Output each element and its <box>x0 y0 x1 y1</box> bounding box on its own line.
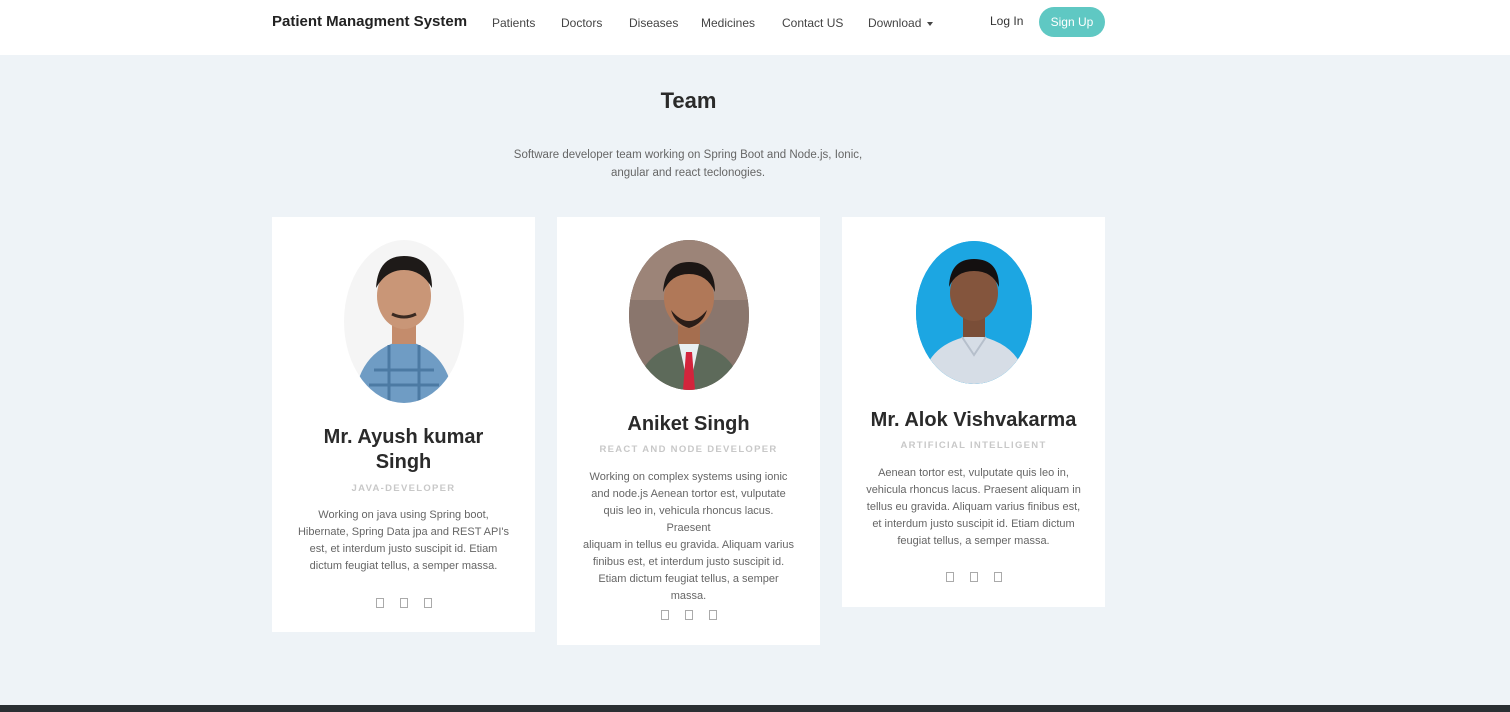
nav-download-label: Download <box>868 16 922 30</box>
description-line: tellus eu gravida. Aliquam varius finibu… <box>866 501 1081 513</box>
social-links <box>842 569 1105 587</box>
description-line: quis leo in, vehicula rhoncus lacus. Pra… <box>603 505 774 534</box>
member-name-line: Mr. Ayush kumar <box>323 426 484 448</box>
team-card: Mr. Alok Vishvakarma ARTIFICIAL INTELLIG… <box>842 217 1105 607</box>
social-icon[interactable] <box>660 610 669 620</box>
description-line: est, et interdum justo suscipit id. Etia… <box>309 543 498 555</box>
team-subtitle-line: angular and react teclonogies. <box>610 167 766 179</box>
member-role: REACT AND NODE DEVELOPER <box>599 444 778 455</box>
social-icon[interactable] <box>399 598 408 608</box>
description-line: Etiam dictum feugiat tellus, a semper <box>598 573 779 585</box>
nav-patients[interactable]: Patients <box>492 16 535 30</box>
team-card: Mr. Ayush kumar Singh JAVA-DEVELOPER Wor… <box>272 217 535 632</box>
nav-diseases[interactable]: Diseases <box>629 16 678 30</box>
description-line: dictum feugiat tellus, a semper massa. <box>309 560 498 572</box>
member-photo <box>343 240 464 403</box>
description-line: vehicula rhoncus lacus. Praesent aliquam… <box>866 484 1081 496</box>
social-icon[interactable] <box>969 572 978 582</box>
social-icon[interactable] <box>375 598 384 608</box>
member-photo-image <box>628 240 749 390</box>
nav-contact-us[interactable]: Contact US <box>782 16 843 30</box>
social-links <box>272 595 535 613</box>
social-links <box>557 607 820 625</box>
team-card: Aniket Singh REACT AND NODE DEVELOPER Wo… <box>557 217 820 645</box>
member-name: Mr. Alok Vishvakarma <box>870 409 1077 431</box>
caret-down-icon <box>927 21 934 26</box>
member-photo <box>915 241 1032 384</box>
description-line: Working on java using Spring boot, <box>318 509 489 521</box>
description-line: massa. <box>670 590 707 602</box>
member-photo <box>628 240 749 390</box>
nav-download-dropdown[interactable]: Download <box>868 16 934 30</box>
brand-link[interactable]: Patient Managment System <box>272 13 467 30</box>
member-description: Working on complex systems using ionic a… <box>581 469 796 605</box>
description-line: aliquam in tellus eu gravida. Aliquam va… <box>583 539 794 551</box>
nav-doctors[interactable]: Doctors <box>561 16 602 30</box>
social-icon[interactable] <box>684 610 693 620</box>
description-line: and node.js Aenean tortor est, vulputate <box>591 488 786 500</box>
footer <box>0 705 1510 712</box>
member-description: Aenean tortor est, vulputate quis leo in… <box>866 465 1081 550</box>
social-icon[interactable] <box>708 610 717 620</box>
team-subtitle: Software developer team working on Sprin… <box>498 146 878 182</box>
member-role: JAVA-DEVELOPER <box>351 483 456 494</box>
social-icon[interactable] <box>993 572 1002 582</box>
team-title: Team <box>660 88 717 113</box>
team-subtitle-line: Software developer team working on Sprin… <box>513 149 863 161</box>
description-line: et interdum justo suscipit id. Etiam dic… <box>872 518 1075 530</box>
member-photo-image <box>915 241 1032 384</box>
member-name: Aniket Singh <box>627 413 750 435</box>
member-description: Working on java using Spring boot, Hiber… <box>296 507 511 575</box>
login-link[interactable]: Log In <box>990 14 1023 28</box>
description-line: Working on complex systems using ionic <box>589 471 788 483</box>
description-line: Hibernate, Spring Data jpa and REST API'… <box>297 526 509 538</box>
social-icon[interactable] <box>423 598 432 608</box>
description-line: feugiat tellus, a semper massa. <box>897 535 1050 547</box>
member-role: ARTIFICIAL INTELLIGENT <box>900 440 1047 451</box>
member-name-line: Singh <box>375 451 432 473</box>
description-line: Aenean tortor est, vulputate quis leo in… <box>878 467 1069 479</box>
signup-button[interactable]: Sign Up <box>1039 7 1105 37</box>
member-photo-image <box>343 240 464 403</box>
social-icon[interactable] <box>945 572 954 582</box>
navbar: Patient Managment System Patients Doctor… <box>0 0 1510 55</box>
member-name: Mr. Ayush kumar Singh <box>272 425 535 475</box>
description-line: finibus est, et interdum justo suscipit … <box>592 556 785 568</box>
nav-medicines[interactable]: Medicines <box>701 16 755 30</box>
